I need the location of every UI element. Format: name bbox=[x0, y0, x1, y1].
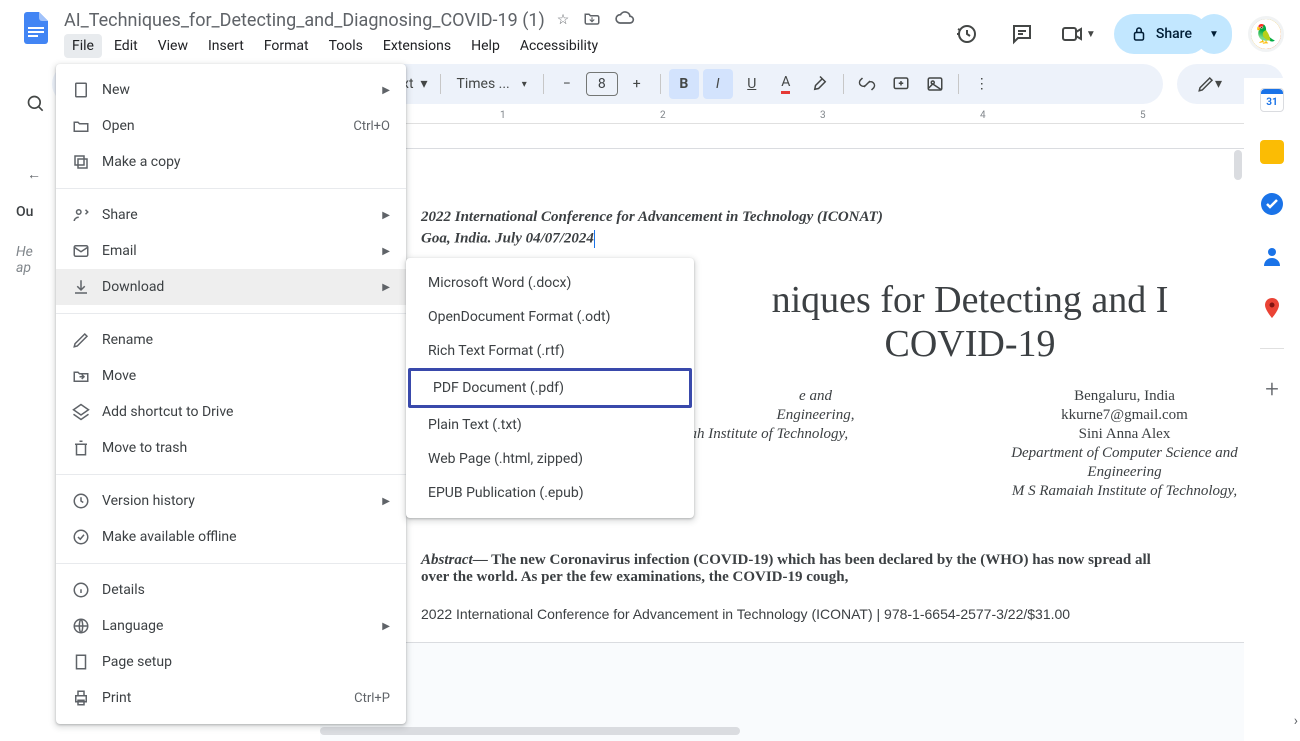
history-icon[interactable] bbox=[946, 14, 986, 54]
menu-view[interactable]: View bbox=[150, 34, 196, 58]
menu-version-history[interactable]: Version history▶ bbox=[56, 483, 406, 519]
menu-edit[interactable]: Edit bbox=[106, 34, 146, 58]
menu-insert[interactable]: Insert bbox=[200, 34, 252, 58]
author-column-1: e and Engineering, M S Ramaiah Institute… bbox=[681, 386, 950, 502]
menu-bar: File Edit View Insert Format Tools Exten… bbox=[64, 32, 946, 64]
file-menu-dropdown: New▶ OpenCtrl+O Make a copy Share▶ Email… bbox=[56, 64, 406, 724]
italic-button[interactable]: I bbox=[703, 69, 733, 99]
download-epub[interactable]: EPUB Publication (.epub) bbox=[406, 476, 694, 510]
download-rtf[interactable]: Rich Text Format (.rtf) bbox=[406, 334, 694, 368]
star-icon[interactable]: ☆ bbox=[557, 12, 570, 28]
tasks-icon[interactable] bbox=[1260, 192, 1284, 216]
download-txt[interactable]: Plain Text (.txt) bbox=[406, 408, 694, 442]
comments-icon[interactable] bbox=[1002, 14, 1042, 54]
insert-image-button[interactable] bbox=[920, 69, 950, 99]
download-html[interactable]: Web Page (.html, zipped) bbox=[406, 442, 694, 476]
menu-offline[interactable]: Make available offline bbox=[56, 519, 406, 555]
cloud-icon[interactable] bbox=[615, 8, 635, 32]
conference-line: 2022 International Conference for Advanc… bbox=[421, 209, 1179, 226]
insert-link-button[interactable] bbox=[852, 69, 882, 99]
menu-make-copy[interactable]: Make a copy bbox=[56, 144, 406, 180]
download-pdf[interactable]: PDF Document (.pdf) bbox=[408, 368, 692, 408]
keep-icon[interactable] bbox=[1260, 140, 1284, 164]
docs-logo[interactable] bbox=[16, 8, 56, 48]
vertical-scrollbar[interactable] bbox=[1234, 150, 1242, 180]
menu-page-setup[interactable]: Page setup bbox=[56, 644, 406, 680]
bold-button[interactable]: B bbox=[669, 69, 699, 99]
search-icon[interactable] bbox=[16, 84, 56, 124]
horizontal-scrollbar[interactable] bbox=[320, 727, 740, 735]
account-avatar[interactable]: 🦜 bbox=[1248, 16, 1284, 52]
paper-title: niques for Detecting and ICOVID-19 bbox=[681, 278, 1259, 366]
menu-download[interactable]: Download▶ bbox=[56, 269, 406, 305]
share-button[interactable]: Share bbox=[1114, 14, 1208, 54]
contacts-icon[interactable] bbox=[1260, 244, 1284, 268]
font-size-input[interactable]: 8 bbox=[586, 72, 618, 96]
menu-tools[interactable]: Tools bbox=[321, 34, 371, 58]
download-docx[interactable]: Microsoft Word (.docx) bbox=[406, 266, 694, 300]
add-comment-button[interactable] bbox=[886, 69, 916, 99]
menu-new[interactable]: New▶ bbox=[56, 72, 406, 108]
underline-button[interactable]: U bbox=[737, 69, 767, 99]
maps-icon[interactable] bbox=[1260, 296, 1284, 320]
back-button[interactable]: ← bbox=[16, 156, 52, 192]
menu-details[interactable]: Details bbox=[56, 572, 406, 608]
meet-icon[interactable]: ▼ bbox=[1058, 14, 1098, 54]
download-submenu: Microsoft Word (.docx) OpenDocument Form… bbox=[406, 258, 694, 518]
menu-email[interactable]: Email▶ bbox=[56, 233, 406, 269]
share-dropdown[interactable]: ▼ bbox=[1196, 14, 1232, 54]
editing-mode-button[interactable]: ▾ bbox=[1193, 69, 1226, 99]
highlight-button[interactable] bbox=[805, 69, 835, 99]
menu-add-shortcut[interactable]: Add shortcut to Drive bbox=[56, 394, 406, 430]
document-title[interactable]: AI_Techniques_for_Detecting_and_Diagnosi… bbox=[64, 10, 545, 31]
menu-print[interactable]: PrintCtrl+P bbox=[56, 680, 406, 716]
menu-move[interactable]: Move bbox=[56, 358, 406, 394]
add-icon[interactable]: + bbox=[1260, 377, 1284, 401]
side-panel: 31 + bbox=[1244, 78, 1300, 741]
ruler: 1 2 3 4 5 bbox=[340, 108, 1248, 124]
footer-line: 2022 International Conference for Advanc… bbox=[421, 606, 1179, 622]
menu-format[interactable]: Format bbox=[256, 34, 317, 58]
menu-help[interactable]: Help bbox=[463, 34, 508, 58]
expand-side-panel-icon[interactable]: › bbox=[1294, 713, 1298, 729]
menu-rename[interactable]: Rename bbox=[56, 322, 406, 358]
calendar-icon[interactable]: 31 bbox=[1260, 88, 1284, 112]
more-button[interactable]: ⋮ bbox=[967, 69, 997, 99]
font-size-decrease[interactable]: − bbox=[552, 69, 582, 99]
font-select[interactable]: Times ...▾ bbox=[449, 69, 535, 99]
text-color-button[interactable]: A bbox=[771, 69, 801, 99]
menu-move-trash[interactable]: Move to trash bbox=[56, 430, 406, 466]
menu-file[interactable]: File bbox=[64, 34, 102, 58]
menu-share[interactable]: Share▶ bbox=[56, 197, 406, 233]
menu-language[interactable]: Language▶ bbox=[56, 608, 406, 644]
font-size-increase[interactable]: + bbox=[622, 69, 652, 99]
move-icon[interactable] bbox=[583, 9, 601, 31]
menu-open[interactable]: OpenCtrl+O bbox=[56, 108, 406, 144]
share-label: Share bbox=[1156, 26, 1192, 42]
location-line: Goa, India. July 04/07/2024 bbox=[421, 230, 1179, 248]
menu-accessibility[interactable]: Accessibility bbox=[512, 34, 606, 58]
menu-extensions[interactable]: Extensions bbox=[375, 34, 459, 58]
author-column-2: Bengaluru, India kkurne7@gmail.com Sini … bbox=[990, 386, 1259, 502]
abstract: Abstract— The new Coronavirus infection … bbox=[421, 552, 1179, 586]
download-odt[interactable]: OpenDocument Format (.odt) bbox=[406, 300, 694, 334]
